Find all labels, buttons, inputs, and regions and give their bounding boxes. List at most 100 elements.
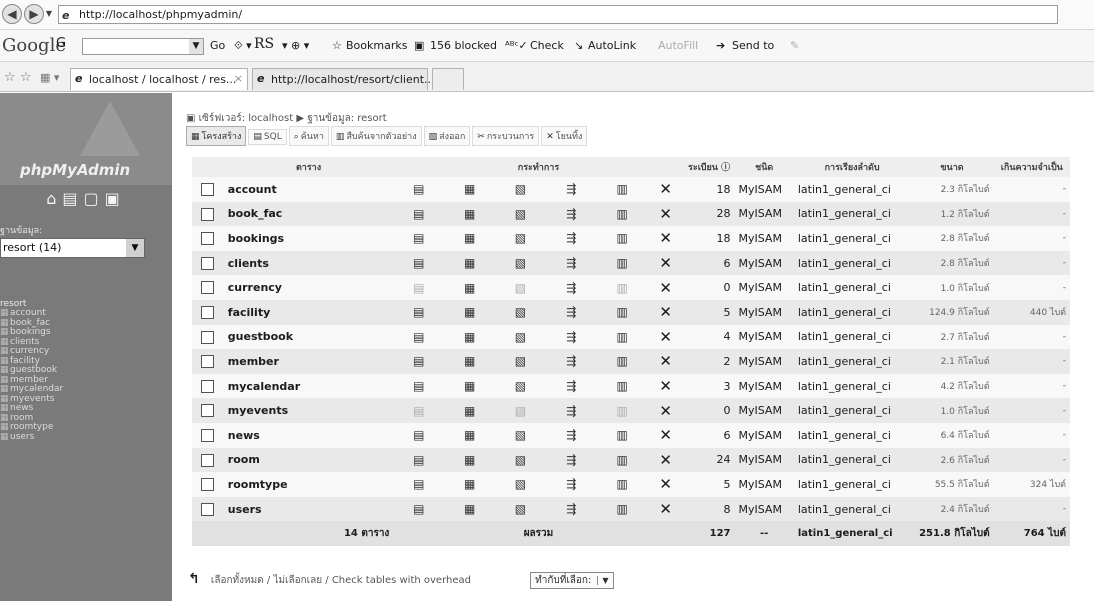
- insert-icon[interactable]: ⇶: [545, 250, 597, 276]
- pma-logo[interactable]: phpMyAdmin: [0, 93, 172, 185]
- drop-icon[interactable]: ✕: [647, 496, 684, 522]
- go-button[interactable]: Go: [210, 39, 225, 52]
- url-field[interactable]: e http://localhost/phpmyadmin/: [58, 5, 1058, 24]
- size-value[interactable]: 2.1 กิโลไบต์: [910, 349, 994, 374]
- table-name-link[interactable]: book_fac: [223, 201, 394, 227]
- sidebar-table-item[interactable]: ▦users: [0, 432, 63, 443]
- docs-icon[interactable]: ▢: [84, 189, 105, 208]
- drop-icon[interactable]: ✕: [647, 324, 684, 350]
- empty-icon[interactable]: ▥: [596, 275, 648, 300]
- search-icon[interactable]: ▧: [495, 324, 546, 350]
- search-icon[interactable]: ▧: [495, 496, 546, 522]
- empty-icon[interactable]: ▥: [596, 496, 648, 522]
- tab-export[interactable]: ▧ ส่งออก: [423, 126, 471, 146]
- drop-icon[interactable]: ✕: [647, 373, 684, 399]
- search-icon[interactable]: ▧: [495, 299, 546, 325]
- help-icon[interactable]: ⓘ: [718, 163, 730, 173]
- size-value[interactable]: 6.4 กิโลไบต์: [910, 422, 994, 448]
- bookmarks-button[interactable]: Bookmarks: [346, 39, 407, 52]
- autolink-button[interactable]: AutoLink: [588, 39, 636, 52]
- structure-icon[interactable]: ▦: [444, 299, 496, 325]
- structure-icon[interactable]: ▦: [444, 472, 496, 497]
- empty-icon[interactable]: ▥: [596, 299, 648, 325]
- drop-icon[interactable]: ✕: [647, 472, 684, 497]
- insert-icon[interactable]: ⇶: [545, 349, 597, 374]
- empty-icon[interactable]: ▥: [596, 201, 648, 227]
- table-name-link[interactable]: room: [223, 447, 394, 473]
- drop-icon[interactable]: ✕: [647, 177, 684, 202]
- row-checkbox[interactable]: [201, 207, 215, 221]
- browse-icon[interactable]: ▤: [393, 349, 445, 374]
- tab-search[interactable]: ⌕ ค้นหา: [288, 126, 329, 146]
- chevron-down-icon[interactable]: ▼: [126, 239, 144, 257]
- table-name-link[interactable]: myevents: [223, 398, 394, 423]
- header-size[interactable]: ขนาด: [910, 157, 994, 177]
- browse-icon[interactable]: ▤: [393, 250, 445, 276]
- insert-icon[interactable]: ⇶: [545, 275, 597, 300]
- header-overhead[interactable]: เกินความจำเป็น: [993, 157, 1070, 177]
- search-icon[interactable]: ▧: [495, 201, 546, 227]
- drop-icon[interactable]: ✕: [647, 349, 684, 374]
- structure-icon[interactable]: ▦: [444, 324, 496, 350]
- browse-icon[interactable]: ▤: [393, 496, 445, 522]
- insert-icon[interactable]: ⇶: [545, 226, 597, 251]
- table-name-link[interactable]: facility: [223, 299, 394, 325]
- size-value[interactable]: 2.6 กิโลไบต์: [910, 447, 994, 473]
- popup-blocked-button[interactable]: 156 blocked: [430, 39, 497, 52]
- table-name-link[interactable]: roomtype: [223, 472, 394, 497]
- rs-menu[interactable]: RS: [254, 36, 274, 52]
- sql-docs-icon[interactable]: ▣: [105, 189, 126, 208]
- structure-icon[interactable]: ▦: [444, 275, 496, 300]
- insert-icon[interactable]: ⇶: [545, 398, 597, 423]
- empty-icon[interactable]: ▥: [596, 422, 648, 448]
- search-icon[interactable]: ▧: [495, 472, 546, 497]
- tab-drop[interactable]: ✕ โยนทิ้ง: [541, 126, 588, 146]
- rs-dropdown-icon[interactable]: ▾ ⊕ ▾: [282, 39, 309, 52]
- quick-tabs-icon[interactable]: ▦ ▾: [40, 71, 59, 84]
- structure-icon[interactable]: ▦: [444, 496, 496, 522]
- autofill-button[interactable]: AutoFill: [658, 39, 698, 52]
- size-value[interactable]: 4.2 กิโลไบต์: [910, 373, 994, 399]
- structure-icon[interactable]: ▦: [444, 398, 496, 423]
- size-value[interactable]: 55.5 กิโลไบต์: [910, 472, 994, 497]
- row-checkbox[interactable]: [201, 428, 215, 442]
- empty-icon[interactable]: ▥: [596, 472, 648, 497]
- browse-icon[interactable]: ▤: [393, 226, 445, 251]
- structure-icon[interactable]: ▦: [444, 201, 496, 227]
- row-checkbox[interactable]: [201, 478, 215, 492]
- home-icon[interactable]: ⌂: [46, 189, 62, 208]
- row-checkbox[interactable]: [201, 355, 215, 369]
- search-icon[interactable]: ▧: [495, 177, 546, 202]
- back-icon[interactable]: ◀: [2, 4, 22, 24]
- browse-icon[interactable]: ▤: [393, 324, 445, 350]
- search-icon[interactable]: ▧: [495, 447, 546, 473]
- empty-icon[interactable]: ▥: [596, 373, 648, 399]
- search-icon[interactable]: ▧: [495, 226, 546, 251]
- size-value[interactable]: 2.4 กิโลไบต์: [910, 496, 994, 522]
- breadcrumb-text[interactable]: เซิร์ฟเวอร์: localhost ▶ ฐานข้อมูล: reso…: [199, 113, 387, 124]
- table-icon[interactable]: ▦: [0, 432, 10, 443]
- new-tab-button[interactable]: [432, 68, 464, 90]
- row-checkbox[interactable]: [201, 232, 215, 246]
- table-name-link[interactable]: news: [223, 422, 394, 448]
- google-search-input[interactable]: ▼: [82, 38, 204, 55]
- insert-icon[interactable]: ⇶: [545, 447, 597, 473]
- table-name-link[interactable]: mycalendar: [223, 373, 394, 399]
- drop-icon[interactable]: ✕: [647, 226, 684, 251]
- check-button[interactable]: Check: [530, 39, 564, 52]
- search-icon[interactable]: ▧: [495, 349, 546, 374]
- drop-icon[interactable]: ✕: [647, 275, 684, 300]
- insert-icon[interactable]: ⇶: [545, 177, 597, 202]
- highlighter-icon[interactable]: ✎: [790, 39, 799, 52]
- browse-icon[interactable]: ▤: [393, 201, 445, 227]
- chevron-down-icon[interactable]: ▼: [597, 576, 609, 585]
- structure-icon[interactable]: ▦: [444, 349, 496, 374]
- table-name-link[interactable]: member: [223, 349, 394, 374]
- close-tab-icon[interactable]: ×: [234, 72, 243, 85]
- browse-icon[interactable]: ▤: [393, 472, 445, 497]
- drop-icon[interactable]: ✕: [647, 250, 684, 276]
- check-overhead-link[interactable]: Check tables with overhead: [332, 575, 471, 586]
- row-checkbox[interactable]: [201, 281, 215, 295]
- empty-icon[interactable]: ▥: [596, 177, 648, 202]
- tab-structure[interactable]: ▦ โครงสร้าง: [186, 126, 247, 146]
